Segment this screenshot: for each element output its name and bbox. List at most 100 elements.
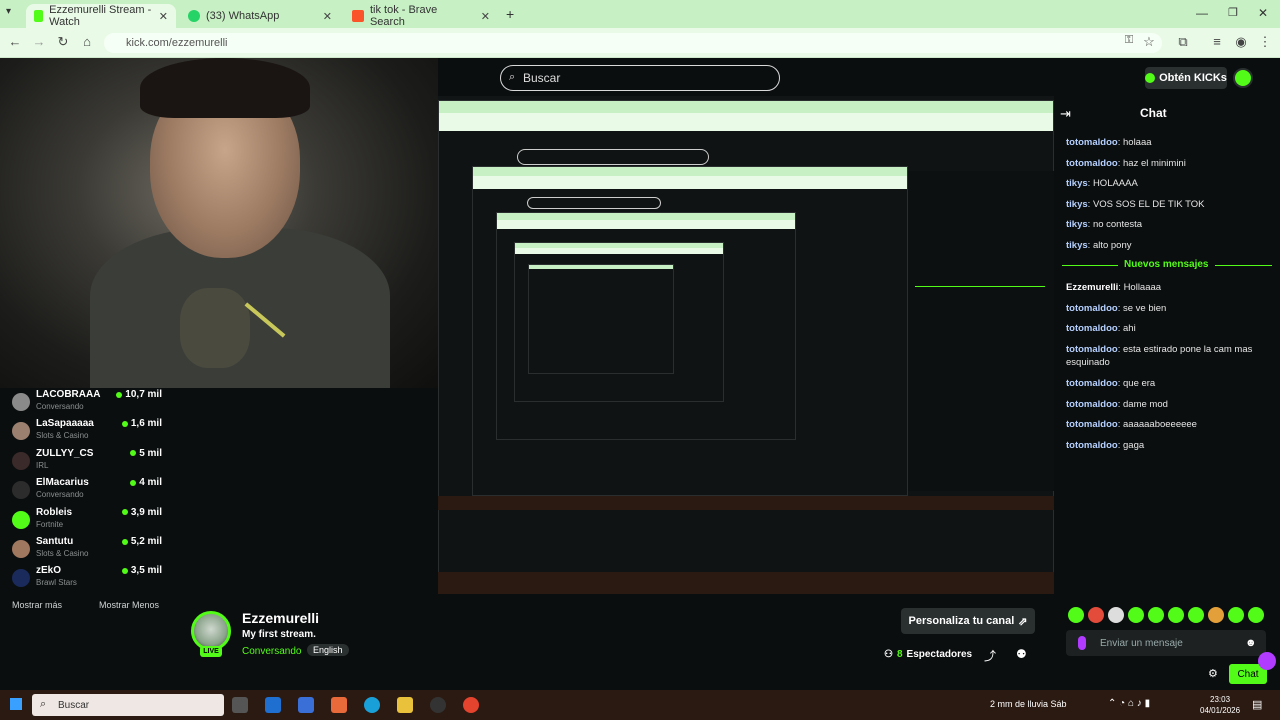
tab-whatsapp[interactable]: (33) WhatsApp ✕: [180, 4, 340, 28]
close-tab-icon[interactable]: ✕: [159, 10, 168, 23]
chat-username[interactable]: totomaldoo: [1066, 303, 1118, 314]
recommended-channel[interactable]: LaSapaaaaa Slots & Casino 1,6 mil: [12, 418, 162, 446]
back-icon[interactable]: ←: [6, 34, 24, 49]
floating-kick-icon[interactable]: [1258, 652, 1276, 670]
emote-icon[interactable]: [1208, 607, 1224, 623]
maximize-icon[interactable]: ❐: [1228, 6, 1238, 19]
chat-text: alto pony: [1092, 240, 1132, 251]
microphone-icon[interactable]: [1078, 636, 1086, 650]
recommended-channel[interactable]: Robleis Fortnite 3,9 mil: [12, 507, 162, 535]
tab-kick[interactable]: Ezzemurelli Stream - Watch ✕: [26, 4, 176, 28]
weather-widget[interactable]: 2 mm de lluvia Sáb: [990, 699, 1067, 709]
chat-username[interactable]: tikys: [1066, 199, 1088, 210]
store-icon[interactable]: [298, 697, 314, 713]
chat-text: se ve bien: [1123, 303, 1167, 314]
chat-username[interactable]: tikys: [1066, 219, 1088, 230]
windows-start-icon[interactable]: [10, 698, 22, 710]
taskbar-search-input[interactable]: ⌕ Buscar: [32, 694, 224, 716]
task-view-icon[interactable]: [232, 697, 248, 713]
chat-username[interactable]: totomaldoo: [1066, 158, 1118, 169]
tab-brave-search[interactable]: tik tok - Brave Search ✕: [344, 4, 498, 28]
key-icon[interactable]: ⚿: [1120, 34, 1138, 47]
chat-username[interactable]: tikys: [1066, 240, 1088, 251]
notifications-icon[interactable]: ▤: [1252, 698, 1262, 711]
tab-label: tik tok - Brave Search: [369, 4, 438, 28]
chat-username[interactable]: totomaldoo: [1066, 137, 1118, 148]
chat-input-placeholder: Enviar un mensaje: [1100, 637, 1183, 649]
emote-icon[interactable]: [1128, 607, 1144, 623]
new-tab-icon[interactable]: +: [506, 6, 514, 22]
channel-viewers: 3,5 mil: [121, 565, 162, 576]
show-less-link[interactable]: Mostrar Menos: [99, 600, 159, 610]
edge-icon[interactable]: [364, 697, 380, 713]
outlook-icon[interactable]: [265, 697, 281, 713]
forward-icon[interactable]: →: [30, 34, 48, 49]
chat-username[interactable]: tikys: [1066, 178, 1088, 189]
show-more-link[interactable]: Mostrar más: [12, 600, 62, 610]
stream-category-link[interactable]: Conversando: [242, 646, 301, 657]
copilot-icon[interactable]: [331, 697, 347, 713]
chat-message-input[interactable]: Enviar un mensaje: [1066, 630, 1266, 656]
get-kicks-button[interactable]: Obtén KICKs: [1145, 67, 1227, 89]
chat-username[interactable]: totomaldoo: [1066, 344, 1118, 355]
profile-icon[interactable]: ◉: [1232, 34, 1250, 50]
collapse-chat-icon[interactable]: ⇥: [1060, 106, 1071, 122]
emote-icon[interactable]: [1248, 607, 1264, 623]
emoji-icon[interactable]: ☻: [1245, 637, 1257, 649]
browser-menu-icon[interactable]: ⋮: [1256, 34, 1274, 50]
address-bar[interactable]: kick.com/ezzemurelli: [104, 33, 1162, 53]
recommended-channel[interactable]: Santutu Slots & Casino 5,2 mil: [12, 536, 162, 564]
recommended-channel[interactable]: LACOBRAAA Conversando 10,7 mil: [12, 389, 162, 417]
close-tab-icon[interactable]: ✕: [481, 10, 490, 23]
chat-username[interactable]: Ezzemurelli: [1066, 282, 1118, 293]
obs-icon[interactable]: [430, 697, 446, 713]
user-avatar[interactable]: [1233, 68, 1253, 88]
extensions-icon[interactable]: ⧉: [1174, 34, 1192, 50]
tray-icons[interactable]: ⌃ ◔ ⌂ ♪ ▮: [1108, 698, 1150, 709]
language-tag[interactable]: English: [307, 644, 349, 656]
chat-message: totomaldoo: dame mod: [1066, 398, 1256, 411]
share-icon[interactable]: ⤴: [984, 647, 996, 664]
file-explorer-icon[interactable]: [397, 697, 413, 713]
channel-viewers: 5 mil: [130, 448, 162, 459]
emote-icon[interactable]: [1168, 607, 1184, 623]
emote-icon[interactable]: [1068, 607, 1084, 623]
external-link-icon: ⇗: [1018, 615, 1028, 628]
streamer-avatar[interactable]: [191, 611, 231, 651]
channel-avatar: [12, 510, 30, 529]
minimize-icon[interactable]: —: [1196, 6, 1208, 20]
streamer-name[interactable]: Ezzemurelli: [242, 610, 319, 626]
search-input[interactable]: ⌕ Buscar: [500, 65, 780, 91]
chat-message: totomaldoo: haz el minimini: [1066, 157, 1256, 170]
live-dot-icon: [121, 420, 128, 427]
reading-list-icon[interactable]: ≡: [1208, 34, 1226, 49]
recommended-channel[interactable]: ZULLYY_CS IRL 5 mil: [12, 448, 162, 476]
recommended-channel[interactable]: zEkO Brawl Stars 3,5 mil: [12, 565, 162, 593]
get-kicks-label: Obtén KICKs: [1159, 72, 1227, 84]
reload-icon[interactable]: ↻: [54, 34, 72, 50]
clock-date: 04/01/2026: [1200, 706, 1241, 715]
chrome-icon[interactable]: [463, 697, 479, 713]
emote-icon[interactable]: [1188, 607, 1204, 623]
chat-message: totomaldoo: que era: [1066, 377, 1256, 390]
emote-icon[interactable]: [1088, 607, 1104, 623]
user-options-icon[interactable]: ⚉: [1016, 647, 1027, 661]
chat-username[interactable]: totomaldoo: [1066, 440, 1118, 451]
chat-username[interactable]: totomaldoo: [1066, 323, 1118, 334]
recommended-channel[interactable]: ElMacarius Conversando 4 mil: [12, 477, 162, 505]
chat-username[interactable]: totomaldoo: [1066, 378, 1118, 389]
chat-username[interactable]: totomaldoo: [1066, 419, 1118, 430]
emote-icon[interactable]: [1108, 607, 1124, 623]
emote-icon[interactable]: [1228, 607, 1244, 623]
home-icon[interactable]: ⌂: [78, 34, 96, 49]
chat-username[interactable]: totomaldoo: [1066, 399, 1118, 410]
emote-icon[interactable]: [1148, 607, 1164, 623]
tab-menu-icon[interactable]: ▾: [6, 6, 11, 17]
close-window-icon[interactable]: ✕: [1258, 6, 1268, 20]
clock[interactable]: 23:03 04/01/2026: [1200, 694, 1240, 716]
chat-settings-gear-icon[interactable]: ⚙: [1208, 667, 1218, 680]
webcam-video[interactable]: [0, 58, 438, 388]
bookmark-star-icon[interactable]: ☆: [1140, 34, 1158, 50]
customize-channel-button[interactable]: Personaliza tu canal ⇗: [901, 608, 1035, 634]
close-tab-icon[interactable]: ✕: [323, 10, 332, 23]
